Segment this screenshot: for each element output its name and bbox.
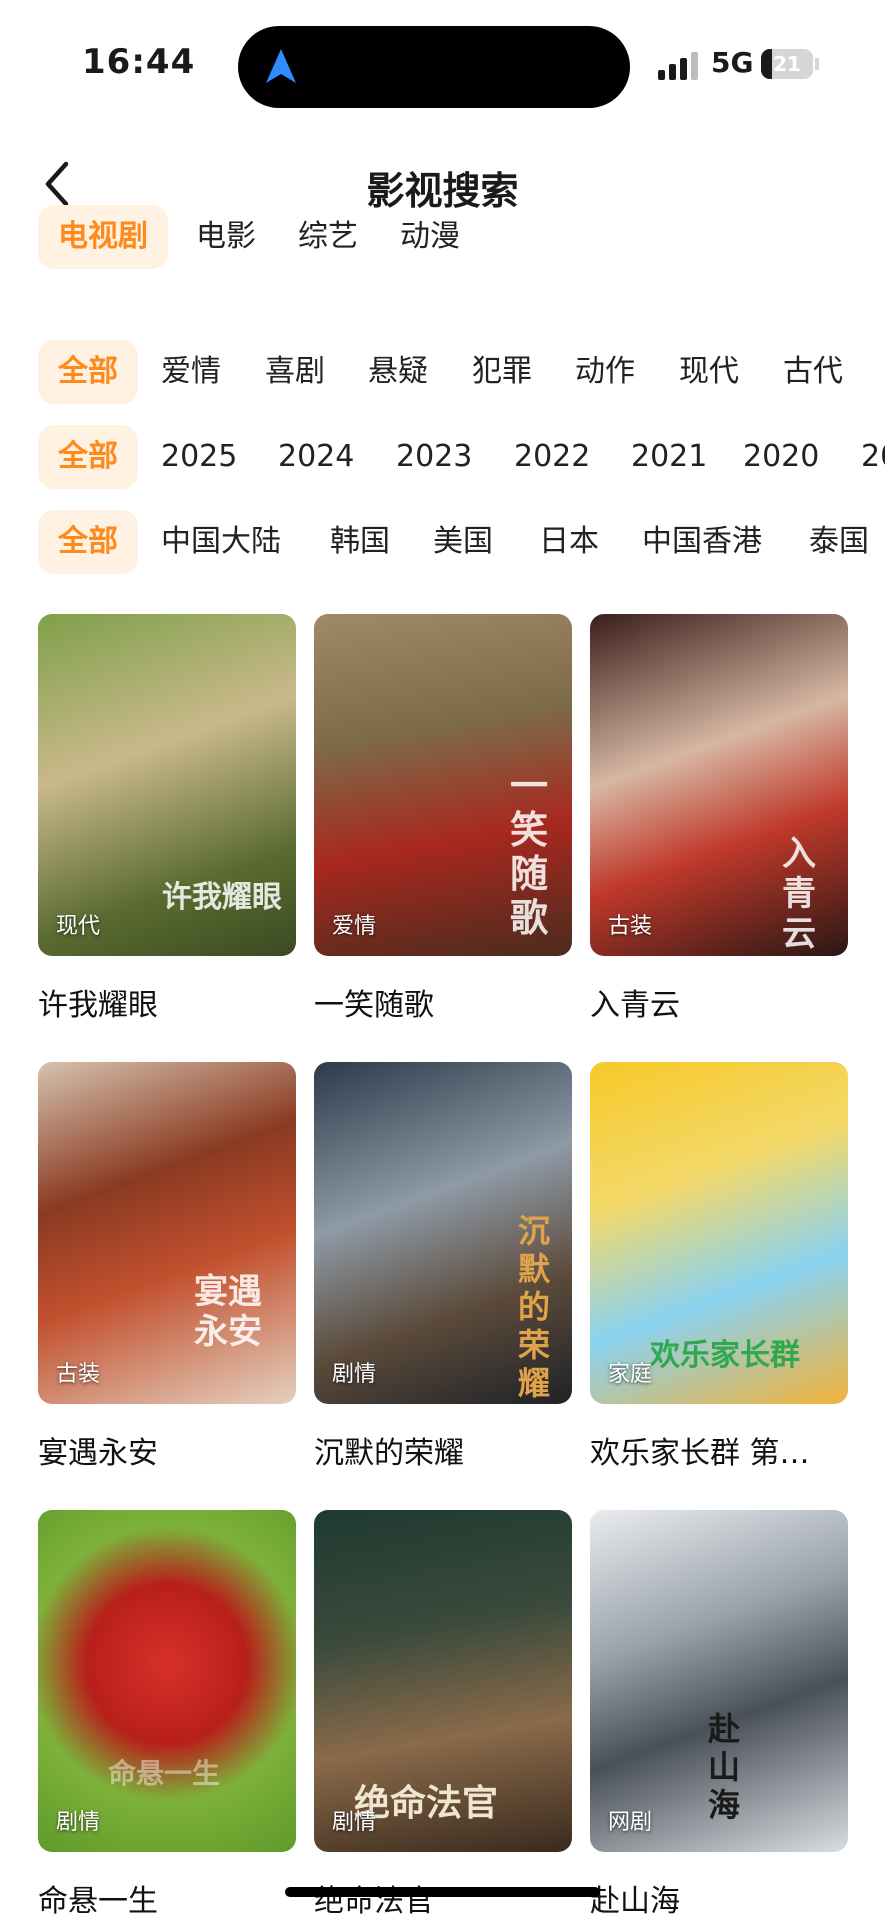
status-time: 16:44 bbox=[82, 42, 196, 82]
genre-comedy[interactable]: 喜剧 bbox=[265, 340, 325, 404]
year-2022[interactable]: 2022 bbox=[514, 425, 590, 489]
poster-title-art: 许我耀眼 bbox=[162, 880, 282, 915]
category-anime[interactable]: 动漫 bbox=[400, 205, 460, 269]
genre-tag: 古装 bbox=[608, 914, 653, 939]
poster-image: 许我耀眼 现代 bbox=[38, 614, 296, 956]
media-title: 入青云 bbox=[590, 988, 680, 1023]
region-thailand[interactable]: 泰国 bbox=[809, 510, 869, 574]
poster-title-art: 欢乐家长群 bbox=[650, 1338, 800, 1373]
battery-level: 21 bbox=[773, 52, 801, 76]
year-2021[interactable]: 2021 bbox=[631, 425, 707, 489]
genre-tag: 剧情 bbox=[56, 1810, 101, 1835]
genre-tag: 家庭 bbox=[608, 1362, 653, 1387]
media-title: 许我耀眼 bbox=[38, 988, 158, 1023]
genre-all[interactable]: 全部 bbox=[38, 340, 138, 404]
genre-action[interactable]: 动作 bbox=[575, 340, 635, 404]
media-card[interactable]: 命悬一生 剧情 命悬一生 bbox=[38, 1510, 296, 1920]
region-hong-kong[interactable]: 中国香港 bbox=[642, 510, 762, 574]
poster-image: 宴遇永安 古装 bbox=[38, 1062, 296, 1404]
region-japan[interactable]: 日本 bbox=[539, 510, 599, 574]
media-title: 宴遇永安 bbox=[38, 1436, 158, 1471]
genre-tag: 古装 bbox=[56, 1362, 101, 1387]
cellular-signal-icon bbox=[658, 50, 702, 80]
media-title: 命悬一生 bbox=[38, 1884, 158, 1919]
video-search-page: 16:44 5G 21 影视搜索 电视剧 电影 综艺 动漫 全部 爱情 喜剧 悬… bbox=[0, 0, 885, 1920]
media-card[interactable]: 沉默的荣耀 剧情 沉默的荣耀 bbox=[314, 1062, 572, 1472]
genre-modern[interactable]: 现代 bbox=[679, 340, 739, 404]
year-all[interactable]: 全部 bbox=[38, 425, 138, 489]
media-card[interactable]: 宴遇永安 古装 宴遇永安 bbox=[38, 1062, 296, 1472]
genre-tag: 剧情 bbox=[332, 1362, 377, 1387]
poster-title-art: 赴山海 bbox=[708, 1710, 741, 1824]
poster-image: 入青云 古装 bbox=[590, 614, 848, 956]
category-movie[interactable]: 电影 bbox=[196, 205, 256, 269]
poster-title-art: 沉默的荣耀 bbox=[518, 1212, 551, 1402]
poster-title-art: 入青云 bbox=[782, 834, 816, 954]
category-variety[interactable]: 综艺 bbox=[298, 205, 358, 269]
year-2025[interactable]: 2025 bbox=[161, 425, 237, 489]
status-bar: 16:44 5G 21 bbox=[0, 0, 885, 130]
poster-image: 欢乐家长群 家庭 bbox=[590, 1062, 848, 1404]
genre-tag: 现代 bbox=[56, 914, 101, 939]
genre-tag: 剧情 bbox=[332, 1810, 377, 1835]
genre-romance[interactable]: 爱情 bbox=[161, 340, 221, 404]
media-title: 一笑随歌 bbox=[314, 988, 434, 1023]
poster-image: 命悬一生 剧情 bbox=[38, 1510, 296, 1852]
battery-icon: 21 bbox=[761, 49, 813, 79]
genre-mystery[interactable]: 悬疑 bbox=[368, 340, 428, 404]
genre-tag: 爱情 bbox=[332, 914, 377, 939]
media-title: 欢乐家长群 第… bbox=[590, 1436, 810, 1471]
region-korea[interactable]: 韩国 bbox=[330, 510, 390, 574]
region-usa[interactable]: 美国 bbox=[433, 510, 493, 574]
genre-crime[interactable]: 犯罪 bbox=[472, 340, 532, 404]
poster-image: 沉默的荣耀 剧情 bbox=[314, 1062, 572, 1404]
region-filter-row: 全部 中国大陆 韩国 美国 日本 中国香港 泰国 bbox=[38, 510, 885, 574]
media-title: 绝命法官 bbox=[314, 1884, 434, 1919]
year-2023[interactable]: 2023 bbox=[396, 425, 472, 489]
poster-title-art: 一笑随歌 bbox=[510, 763, 549, 940]
year-2020[interactable]: 2020 bbox=[743, 425, 819, 489]
media-card[interactable]: 欢乐家长群 家庭 欢乐家长群 第… bbox=[590, 1062, 848, 1472]
category-filter-row: 电视剧 电影 综艺 动漫 bbox=[38, 205, 885, 269]
poster-title-art: 宴遇永安 bbox=[194, 1272, 262, 1352]
region-mainland-china[interactable]: 中国大陆 bbox=[161, 510, 281, 574]
media-card[interactable]: 许我耀眼 现代 许我耀眼 bbox=[38, 614, 296, 1024]
poster-image: 一笑随歌 爱情 bbox=[314, 614, 572, 956]
poster-image: 赴山海 网剧 bbox=[590, 1510, 848, 1852]
poster-title-art: 命悬一生 bbox=[108, 1757, 221, 1790]
network-type: 5G bbox=[711, 46, 754, 79]
media-card[interactable]: 绝命法官 剧情 绝命法官 bbox=[314, 1510, 572, 1920]
year-2024[interactable]: 2024 bbox=[278, 425, 354, 489]
genre-ancient[interactable]: 古代 bbox=[783, 340, 843, 404]
year-filter-row: 全部 2025 2024 2023 2022 2021 2020 20 bbox=[38, 425, 885, 489]
category-tv-series[interactable]: 电视剧 bbox=[38, 205, 168, 269]
battery-tip bbox=[815, 58, 819, 70]
navigation-arrow-icon bbox=[266, 49, 296, 83]
year-more-partial[interactable]: 20 bbox=[861, 425, 885, 489]
media-card[interactable]: 一笑随歌 爱情 一笑随歌 bbox=[314, 614, 572, 1024]
region-all[interactable]: 全部 bbox=[38, 510, 138, 574]
media-card[interactable]: 入青云 古装 入青云 bbox=[590, 614, 848, 1024]
media-card[interactable]: 赴山海 网剧 赴山海 bbox=[590, 1510, 848, 1920]
home-indicator[interactable] bbox=[285, 1887, 600, 1897]
media-title: 沉默的荣耀 bbox=[314, 1436, 464, 1471]
genre-tag: 网剧 bbox=[608, 1810, 653, 1835]
poster-image: 绝命法官 剧情 bbox=[314, 1510, 572, 1852]
media-title: 赴山海 bbox=[590, 1884, 680, 1919]
genre-filter-row: 全部 爱情 喜剧 悬疑 犯罪 动作 现代 古代 bbox=[38, 340, 885, 404]
